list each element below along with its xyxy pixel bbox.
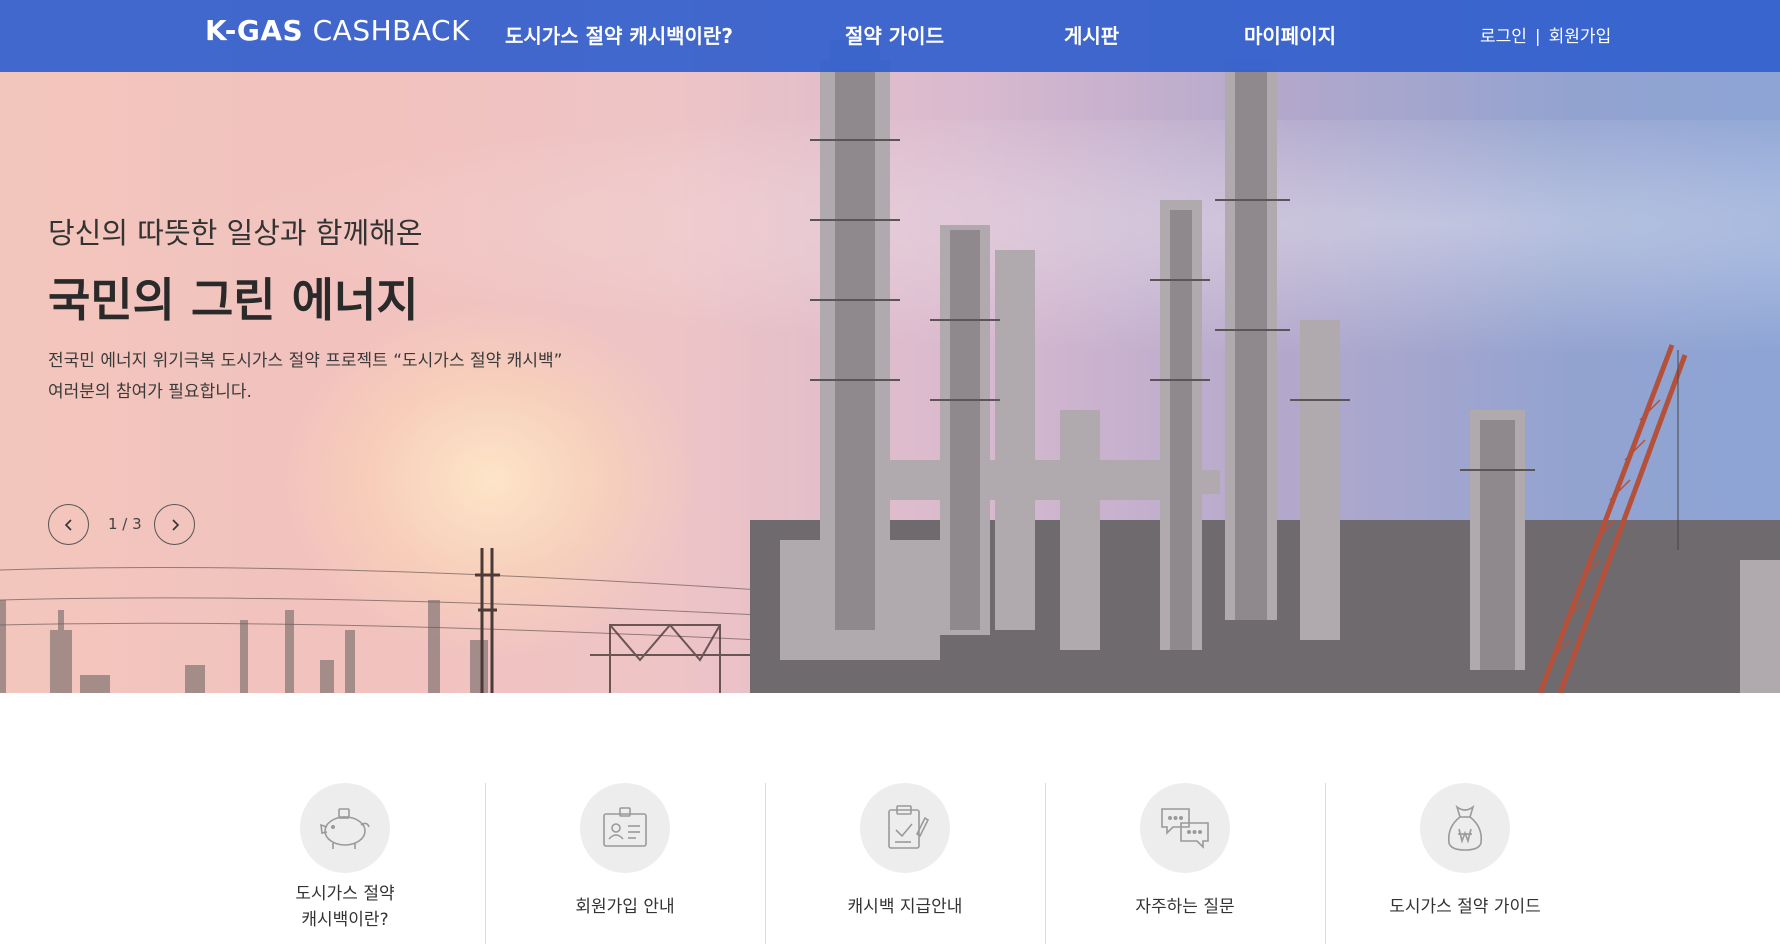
quick-link-saving-guide[interactable]: 도시가스 절약 가이드 [1325, 783, 1605, 944]
quick-link-icon-circle [1420, 783, 1510, 873]
hero-description-line-1: 전국민 에너지 위기극복 도시가스 절약 프로젝트 “도시가스 절약 캐시백” [48, 351, 563, 371]
quick-link-icon-circle [300, 783, 390, 873]
slider-prev-button[interactable] [48, 504, 89, 545]
chat-bubbles-icon [1161, 808, 1209, 849]
quick-link-icon-circle [580, 783, 670, 873]
logo-bold-text: K-GAS [205, 14, 304, 47]
quick-link-label-line-1: 도시가스 절약 [295, 884, 395, 904]
quick-link-about-cashback[interactable]: 도시가스 절약 캐시백이란? [205, 783, 485, 944]
login-link[interactable]: 로그인 [1480, 27, 1527, 47]
auth-separator: | [1534, 27, 1541, 47]
slider-counter: 1 / 3 [108, 515, 142, 533]
hero-description: 전국민 에너지 위기극복 도시가스 절약 프로젝트 “도시가스 절약 캐시백” … [48, 346, 562, 408]
top-navigation-bar: K-GAS CASHBACK 도시가스 절약 캐시백이란? 절약 가이드 게시판… [0, 0, 1780, 72]
chevron-left-icon [64, 518, 72, 531]
quick-link-icon-circle [860, 783, 950, 873]
quick-link-label: 캐시백 지급안내 [847, 897, 963, 917]
quick-link-label: 도시가스 절약 가이드 [1389, 897, 1541, 917]
quick-link-label: 자주하는 질문 [1135, 897, 1235, 917]
hero-subtitle: 당신의 따뜻한 일상과 함께해온 [48, 216, 423, 250]
logo-light-text: CASHBACK [312, 14, 470, 47]
hero-description-line-2: 여러분의 참여가 필요합니다. [48, 382, 252, 402]
quick-link-icon-circle [1140, 783, 1230, 873]
nav-item-saving-guide[interactable]: 절약 가이드 [845, 20, 944, 49]
nav-item-mypage[interactable]: 마이페이지 [1244, 20, 1336, 49]
id-card-icon [603, 807, 647, 847]
auth-links: 로그인 | 회원가입 [1480, 22, 1611, 47]
piggy-bank-icon [320, 808, 370, 849]
clipboard-check-icon [888, 805, 929, 849]
money-bag-icon [1447, 804, 1483, 851]
nav-item-board[interactable]: 게시판 [1064, 20, 1119, 49]
chevron-right-icon [171, 518, 179, 531]
quick-link-faq[interactable]: 자주하는 질문 [1045, 783, 1325, 944]
nav-item-about-cashback[interactable]: 도시가스 절약 캐시백이란? [505, 20, 733, 49]
signup-link[interactable]: 회원가입 [1549, 27, 1612, 47]
quick-link-signup-guide[interactable]: 회원가입 안내 [485, 783, 765, 944]
quick-link-label: 도시가스 절약 캐시백이란? [205, 881, 485, 933]
hero-title: 국민의 그린 에너지 [48, 273, 419, 327]
quick-link-label: 회원가입 안내 [575, 897, 675, 917]
quick-links: 도시가스 절약 캐시백이란? 회원가입 안내 캐시백 지급안내 자주하는 질문 … [205, 783, 1605, 944]
quick-link-cashback-payment[interactable]: 캐시백 지급안내 [765, 783, 1045, 944]
slider-next-button[interactable] [154, 504, 195, 545]
quick-link-label-line-2: 캐시백이란? [301, 910, 389, 930]
site-logo[interactable]: K-GAS CASHBACK [205, 14, 470, 47]
